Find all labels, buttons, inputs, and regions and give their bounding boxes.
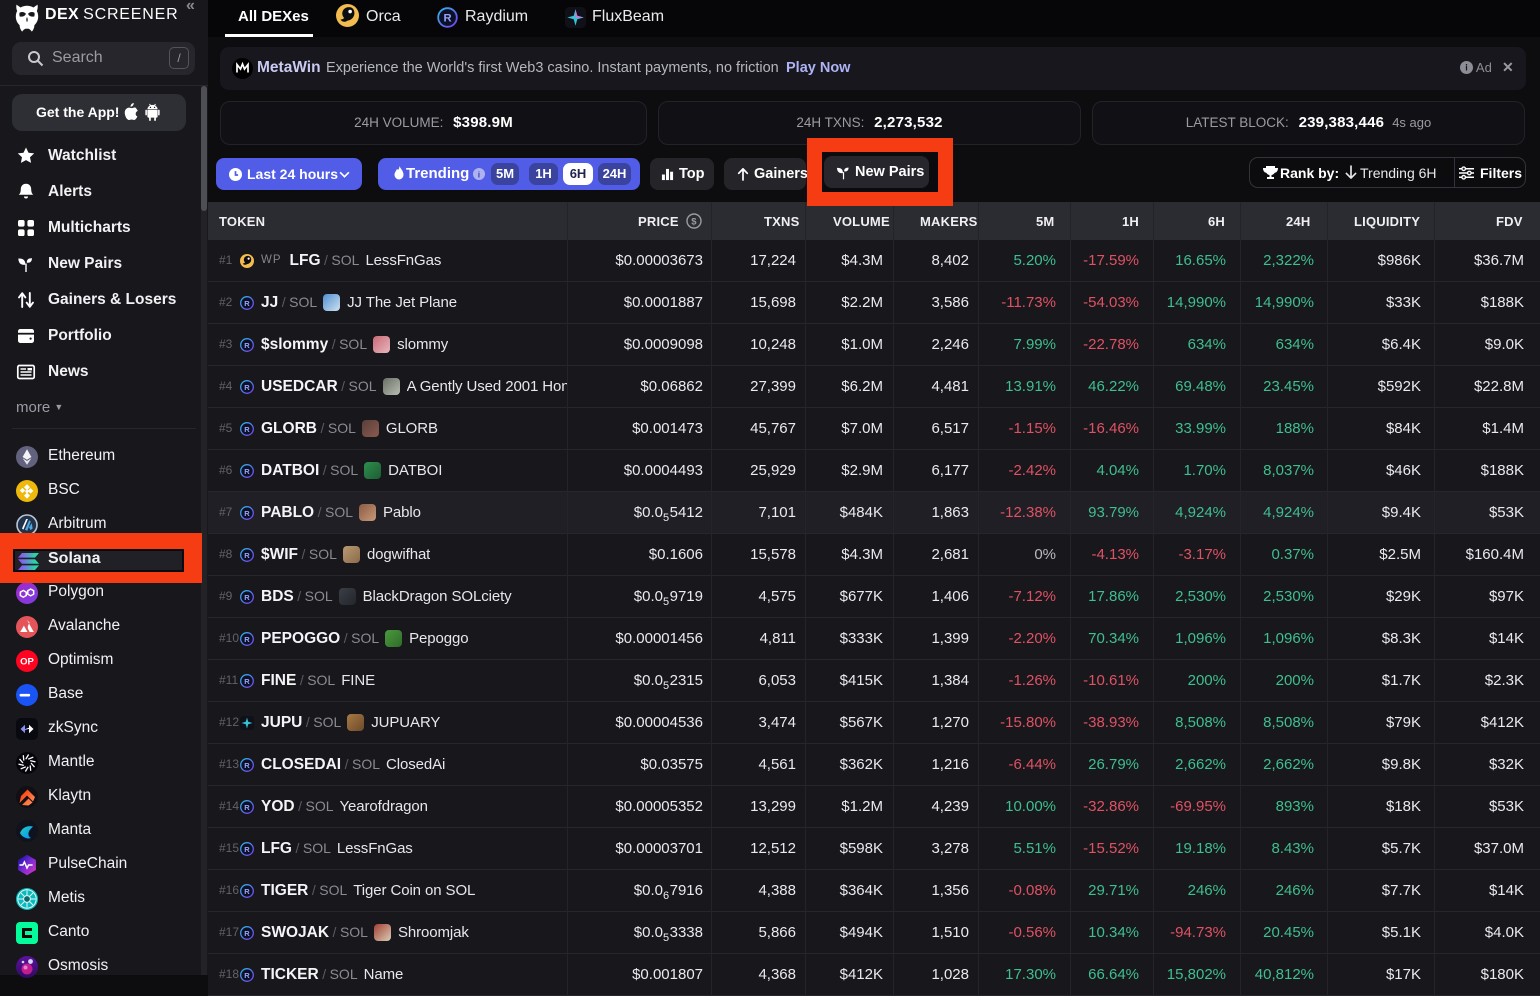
svg-text:R: R [244, 886, 250, 895]
svg-text:R: R [244, 634, 250, 643]
svg-text:R: R [244, 928, 250, 937]
svg-text:R: R [244, 508, 250, 517]
svg-text:R: R [244, 844, 250, 853]
svg-text:R: R [244, 298, 250, 307]
svg-text:i: i [1465, 63, 1468, 73]
svg-text:R: R [244, 676, 250, 685]
svg-text:OP: OP [20, 657, 34, 668]
svg-text:R: R [244, 592, 250, 601]
svg-text:R: R [244, 550, 250, 559]
svg-text:i: i [478, 169, 480, 179]
svg-text:R: R [244, 340, 250, 349]
svg-text:R: R [244, 382, 250, 391]
svg-text:R: R [244, 424, 250, 433]
svg-text:R: R [443, 13, 451, 25]
svg-text:$: $ [691, 217, 697, 228]
svg-text:R: R [244, 802, 250, 811]
svg-text:R: R [244, 466, 250, 475]
svg-text:R: R [244, 760, 250, 769]
